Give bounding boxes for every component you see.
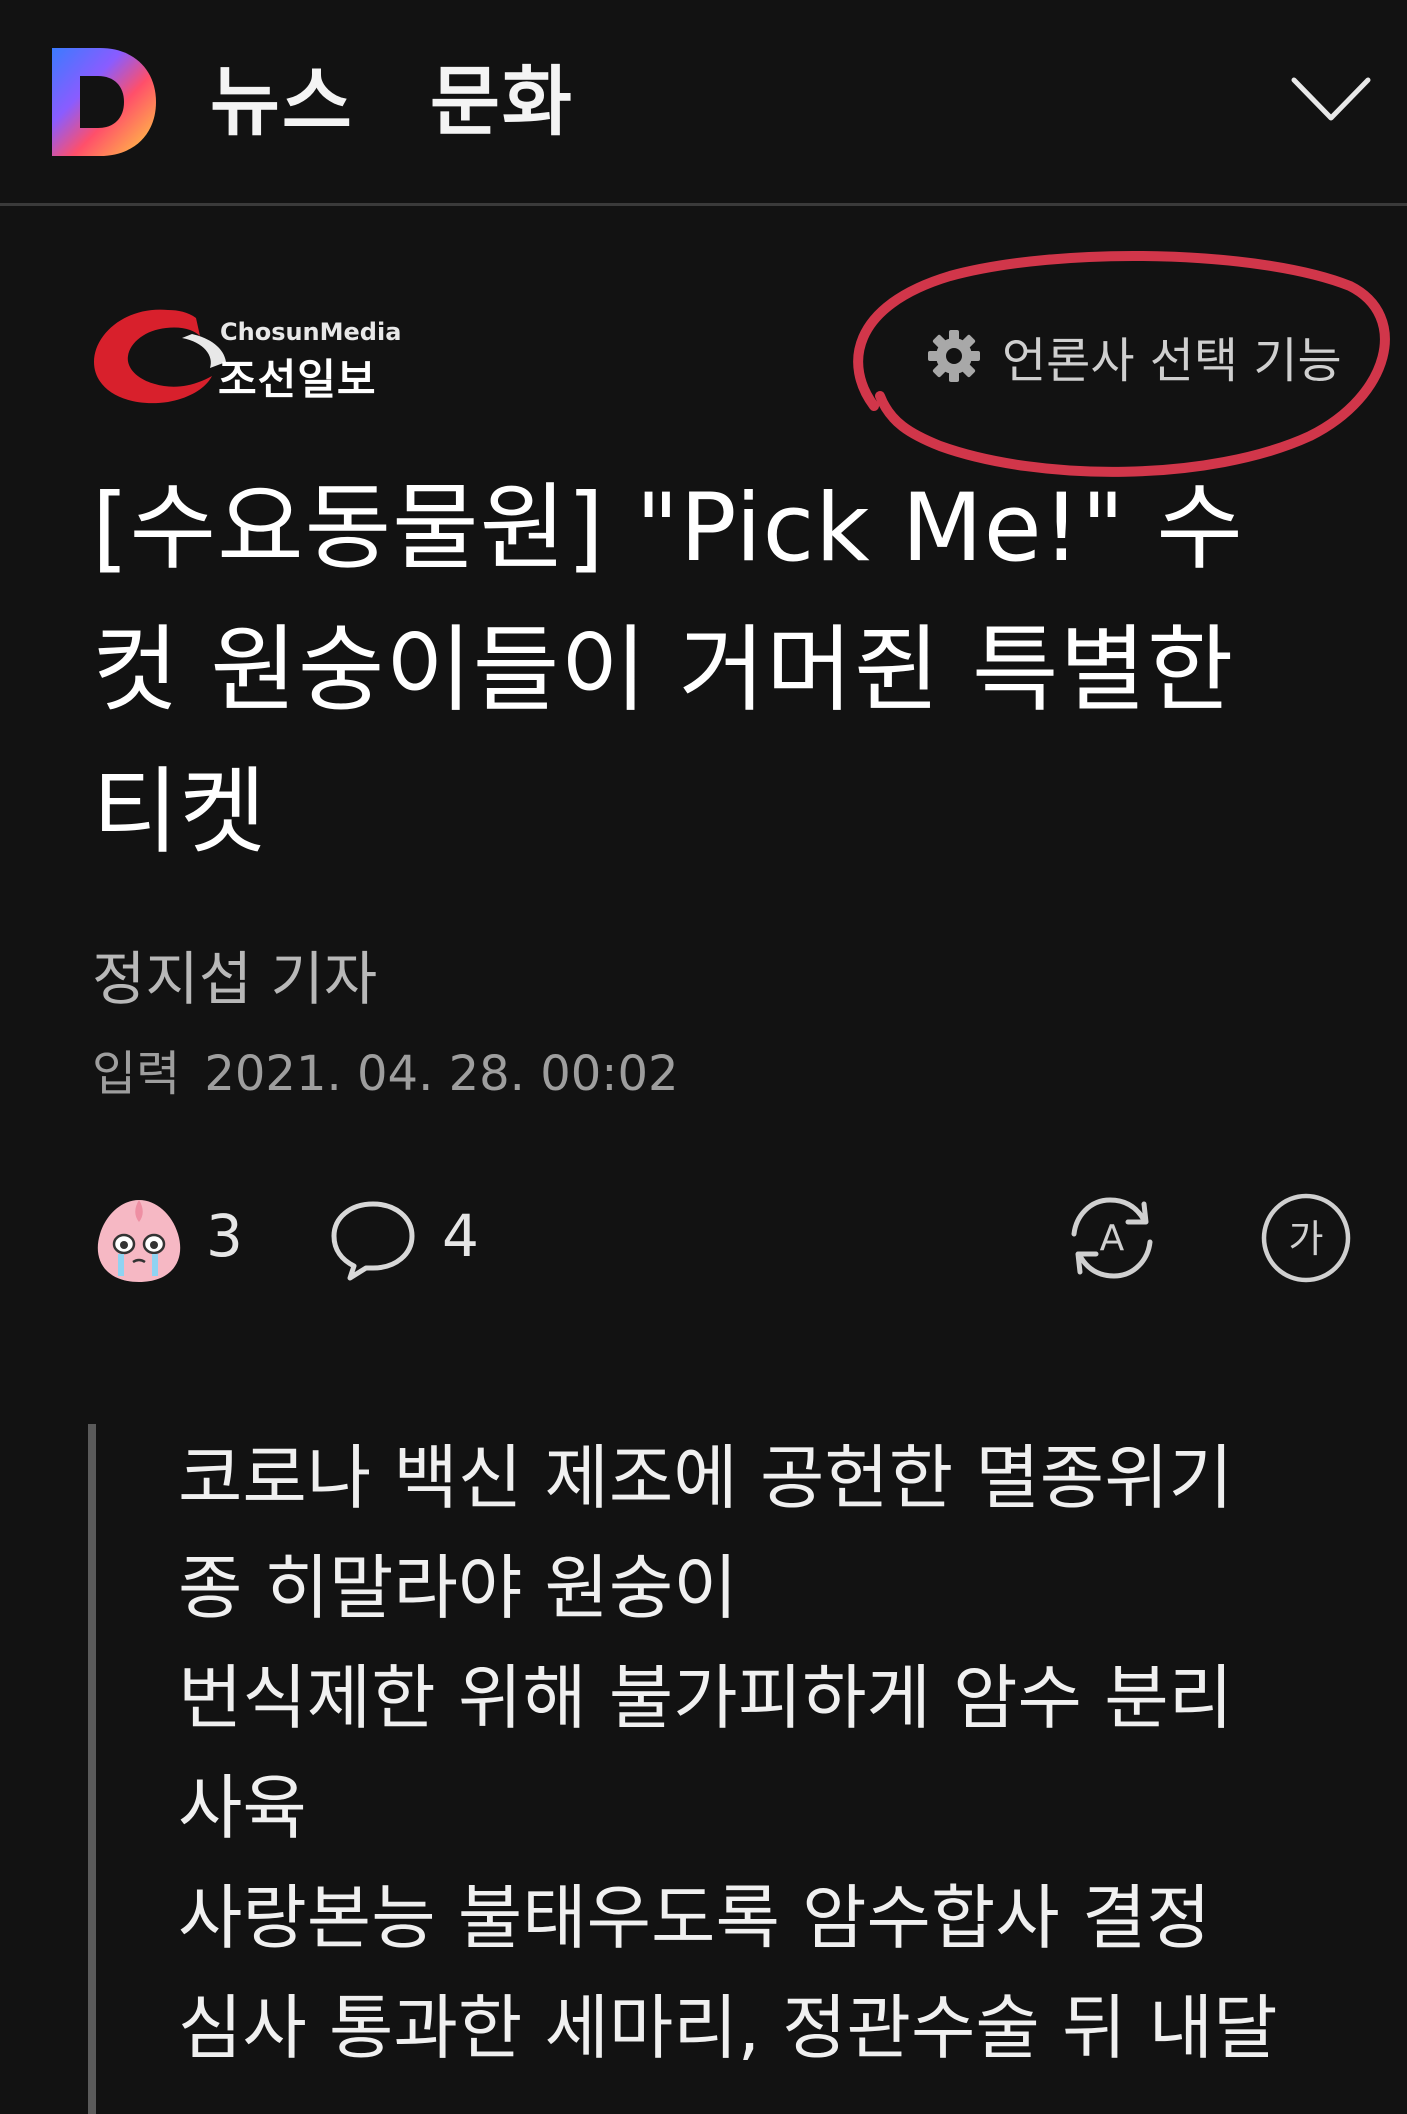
press-select-button[interactable]: 언론사 선택 기능 (926, 320, 1342, 392)
translate-glyph: A (1100, 1218, 1125, 1259)
comment-count: 4 (442, 1202, 479, 1270)
article-headline: [수요동물원] "Pick Me!" 수 컷 원숭이들이 거머쥔 특별한 티켓 (92, 458, 1352, 884)
headline-line: 티켓 (92, 758, 267, 867)
font-size-glyph: 가 (1289, 1217, 1324, 1261)
press-select-label: 언론사 선택 기능 (1002, 333, 1342, 389)
chevron-down-icon[interactable] (1290, 74, 1372, 126)
top-app-bar: 뉴스 문화 (0, 0, 1407, 206)
font-size-icon[interactable]: 가 (1258, 1190, 1354, 1286)
summary-line: 종 히말라야 원숭이 (178, 1547, 738, 1629)
reporter-name[interactable]: 정지섭 기자 (92, 932, 377, 1016)
summary-line: 심사 통과한 세마리, 정관수술 뒤 내달 (178, 1987, 1278, 2069)
publish-date: 입력 2021. 04. 28. 00:02 (92, 1034, 679, 1104)
summary-line: 사랑본능 불태우도록 암수합사 결정 (178, 1877, 1211, 1959)
headline-line: [수요동물원] "Pick Me!" 수 (92, 474, 1244, 583)
press-name[interactable]: 조선일보 (218, 346, 377, 407)
press-sub-brand: ChosunMedia (220, 318, 402, 346)
translate-icon[interactable]: A (1064, 1190, 1160, 1286)
gear-icon (928, 330, 980, 382)
summary-line: 번식제한 위해 불가피하게 암수 분리 (178, 1657, 1234, 1739)
comment-bubble-icon[interactable] (328, 1196, 418, 1282)
headline-line: 컷 원숭이들이 거머쥔 특별한 (92, 616, 1235, 725)
nav-category-culture[interactable]: 문화 (430, 48, 574, 156)
daum-logo-icon[interactable] (52, 48, 156, 156)
article-summary-quote: 코로나 백신 제조에 공헌한 멸종위기 종 히말라야 원숭이 번식제한 위해 불… (88, 1424, 1358, 2114)
reaction-toolbar: 3 4 A 가 (92, 1186, 1352, 1286)
date-label: 입력 (92, 1046, 181, 1102)
crying-peach-icon[interactable] (92, 1194, 186, 1286)
nav-news-section[interactable]: 뉴스 (210, 48, 354, 156)
summary-line: 사육 (178, 1767, 307, 1849)
summary-line: 코로나 백신 제조에 공헌한 멸종위기 (178, 1437, 1234, 1519)
emoji-reaction-count: 3 (206, 1202, 243, 1270)
date-value: 2021. 04. 28. 00:02 (204, 1046, 679, 1102)
